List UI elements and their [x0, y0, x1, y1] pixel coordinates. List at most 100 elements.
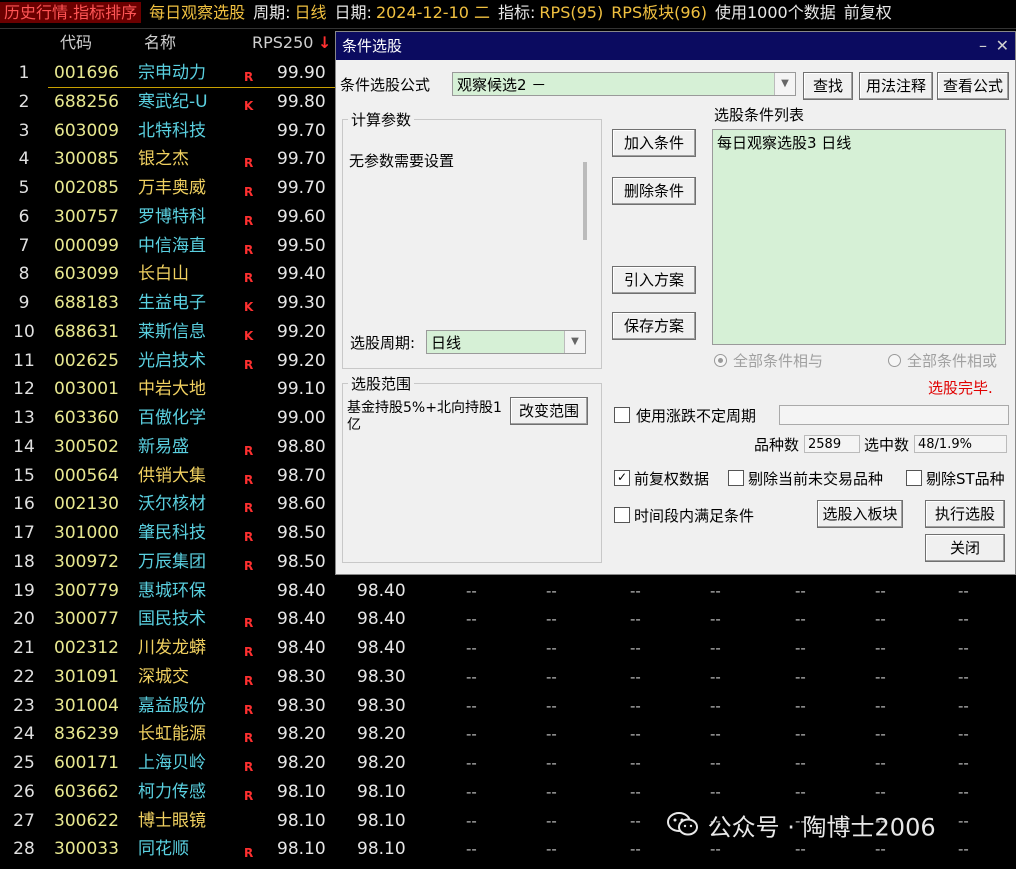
empty-cell: -- [630, 667, 641, 686]
time-satisfy-checkbox[interactable] [614, 507, 630, 523]
period-label: 周期: [253, 3, 291, 22]
watermark-text: 公众号 · 陶博士2006 [707, 813, 936, 842]
empty-cell: -- [795, 610, 806, 629]
rps-value-2: 98.40 [357, 609, 406, 630]
table-row[interactable]: 20 300077 国民技术 R 98.40 98.40 -- -- -- -- -- -- -- [0, 605, 1016, 633]
condition-list[interactable]: 每日观察选股3 日线 [712, 129, 1006, 345]
empty-cell: -- [710, 667, 721, 686]
empty-cell: -- [875, 754, 886, 772]
params-text: 无参数需要设置 [349, 152, 455, 170]
dialog-title-bar[interactable]: 条件选股 – ✕ [336, 32, 1015, 60]
run-screen-button[interactable]: 执行选股 [925, 500, 1005, 528]
table-row[interactable]: 23 301004 嘉益股份 R 98.30 98.30 -- -- -- -- -- -- -- [0, 692, 1016, 720]
rps-value: 98.10 [277, 839, 326, 860]
rps-value: 99.10 [277, 379, 326, 400]
chevron-down-icon[interactable]: ▼ [774, 73, 795, 95]
screen-title[interactable]: 历史行情.指标排序 [0, 2, 142, 23]
stock-code: 688256 [54, 91, 119, 112]
stock-code: 300085 [54, 149, 119, 170]
table-row[interactable]: 19 300779 惠城环保 98.40 98.40 -- -- -- -- -- -- -- [0, 577, 1016, 605]
empty-cell: -- [710, 639, 721, 657]
minimize-icon[interactable]: – [979, 32, 987, 60]
chevron-down-icon[interactable]: ▼ [564, 331, 585, 353]
params-scrollbar[interactable] [583, 162, 587, 240]
col-header-name[interactable]: 名称 [144, 28, 176, 58]
table-row[interactable]: 24 836239 长虹能源 R 98.20 98.20 -- -- -- -- -- -- -- [0, 720, 1016, 748]
empty-cell: -- [630, 610, 641, 629]
table-row[interactable]: 26 603662 柯力传感 R 98.10 98.10 -- -- -- -- -- -- -- [0, 778, 1016, 806]
sector-value[interactable]: RPS板块(96) [603, 3, 707, 22]
table-row[interactable]: 21 002312 川发龙蟒 R 98.40 98.40 -- -- -- -- -- -- -- [0, 634, 1016, 662]
indicator-value[interactable]: RPS(95) [535, 3, 603, 22]
empty-cell: -- [875, 581, 886, 600]
empty-cell: -- [466, 725, 477, 744]
date-value[interactable]: 2024-12-10 二 [372, 3, 490, 22]
stock-name: 深城交 [138, 666, 189, 687]
table-row[interactable]: 25 600171 上海贝岭 R 98.20 98.20 -- -- -- -- -- -- -- [0, 749, 1016, 777]
rps-value: 98.30 [277, 695, 326, 716]
stock-code: 688631 [54, 321, 119, 342]
empty-cell: -- [795, 639, 806, 657]
rps-value-2: 98.10 [357, 839, 406, 860]
use-updown-checkbox[interactable] [614, 407, 630, 423]
import-plan-button[interactable]: 引入方案 [612, 266, 696, 294]
exclude-untraded-checkbox[interactable] [728, 470, 744, 486]
stock-code: 000564 [54, 465, 119, 486]
rps-value-2: 98.20 [357, 753, 406, 773]
col-header-rps[interactable]: RPS250 [252, 28, 313, 58]
stock-code: 603099 [54, 264, 119, 285]
sort-desc-icon: ↓ [318, 33, 332, 52]
empty-cell: -- [466, 840, 477, 859]
adjust-mode[interactable]: 前复权 [836, 3, 892, 22]
row-index: 13 [13, 408, 35, 428]
row-index: 1 [18, 63, 30, 83]
period-select[interactable]: 日线 ▼ [426, 330, 586, 354]
add-condition-button[interactable]: 加入条件 [612, 129, 696, 157]
save-plan-button[interactable]: 保存方案 [612, 312, 696, 340]
progress-bar [779, 405, 1009, 425]
rps-value: 98.30 [277, 666, 326, 687]
condition-list-item[interactable]: 每日观察选股3 日线 [717, 132, 1001, 153]
rps-value: 99.70 [277, 120, 326, 141]
find-button[interactable]: 查找 [803, 72, 853, 100]
period-value[interactable]: 日线 [291, 3, 327, 22]
to-sector-button[interactable]: 选股入板块 [817, 500, 903, 528]
usage-button[interactable]: 用法注释 [859, 72, 933, 100]
stock-name: 中岩大地 [138, 379, 206, 400]
col-header-code[interactable]: 代码 [60, 28, 92, 58]
exclude-st-checkbox[interactable] [906, 470, 922, 486]
empty-cell: -- [875, 782, 886, 801]
stock-code: 300972 [54, 551, 119, 572]
table-row[interactable]: 22 301091 深城交 R 98.30 98.30 -- -- -- -- -- -- -- [0, 663, 1016, 691]
exclude-untraded-label: 剔除当前未交易品种 [748, 470, 884, 488]
stock-name: 国民技术 [138, 609, 206, 630]
rps-value: 98.40 [277, 638, 326, 658]
stock-name: 长虹能源 [138, 724, 206, 745]
change-range-button[interactable]: 改变范围 [510, 397, 588, 425]
close-icon[interactable]: ✕ [996, 32, 1009, 60]
empty-cell: -- [546, 840, 557, 859]
rps-value: 99.00 [277, 408, 326, 428]
view-formula-button[interactable]: 查看公式 [937, 72, 1009, 100]
stock-name: 同花顺 [138, 839, 189, 860]
rps-value-2: 98.20 [357, 724, 406, 745]
stock-name: 惠城环保 [138, 580, 206, 601]
row-index: 26 [13, 781, 35, 802]
stock-name: 肇民科技 [138, 523, 206, 543]
stock-name: 寒武纪-U [138, 91, 208, 112]
rps-value: 98.20 [277, 724, 326, 745]
row-index: 12 [13, 379, 35, 400]
formula-name[interactable]: 每日观察选股 [141, 3, 245, 22]
count-label: 品种数 [754, 436, 800, 454]
row-index: 27 [13, 810, 35, 831]
formula-select[interactable]: 观察候选2 － ▼ [452, 72, 796, 96]
stock-name: 百傲化学 [138, 408, 206, 428]
adj-data-checkbox[interactable]: ✓ [614, 470, 630, 486]
delete-condition-button[interactable]: 删除条件 [612, 177, 696, 205]
radio-or[interactable] [888, 354, 901, 367]
stock-code: 300077 [54, 609, 119, 630]
radio-and[interactable] [714, 354, 727, 367]
empty-cell: -- [710, 725, 721, 744]
close-button[interactable]: 关闭 [925, 534, 1005, 562]
empty-cell: -- [710, 610, 721, 629]
